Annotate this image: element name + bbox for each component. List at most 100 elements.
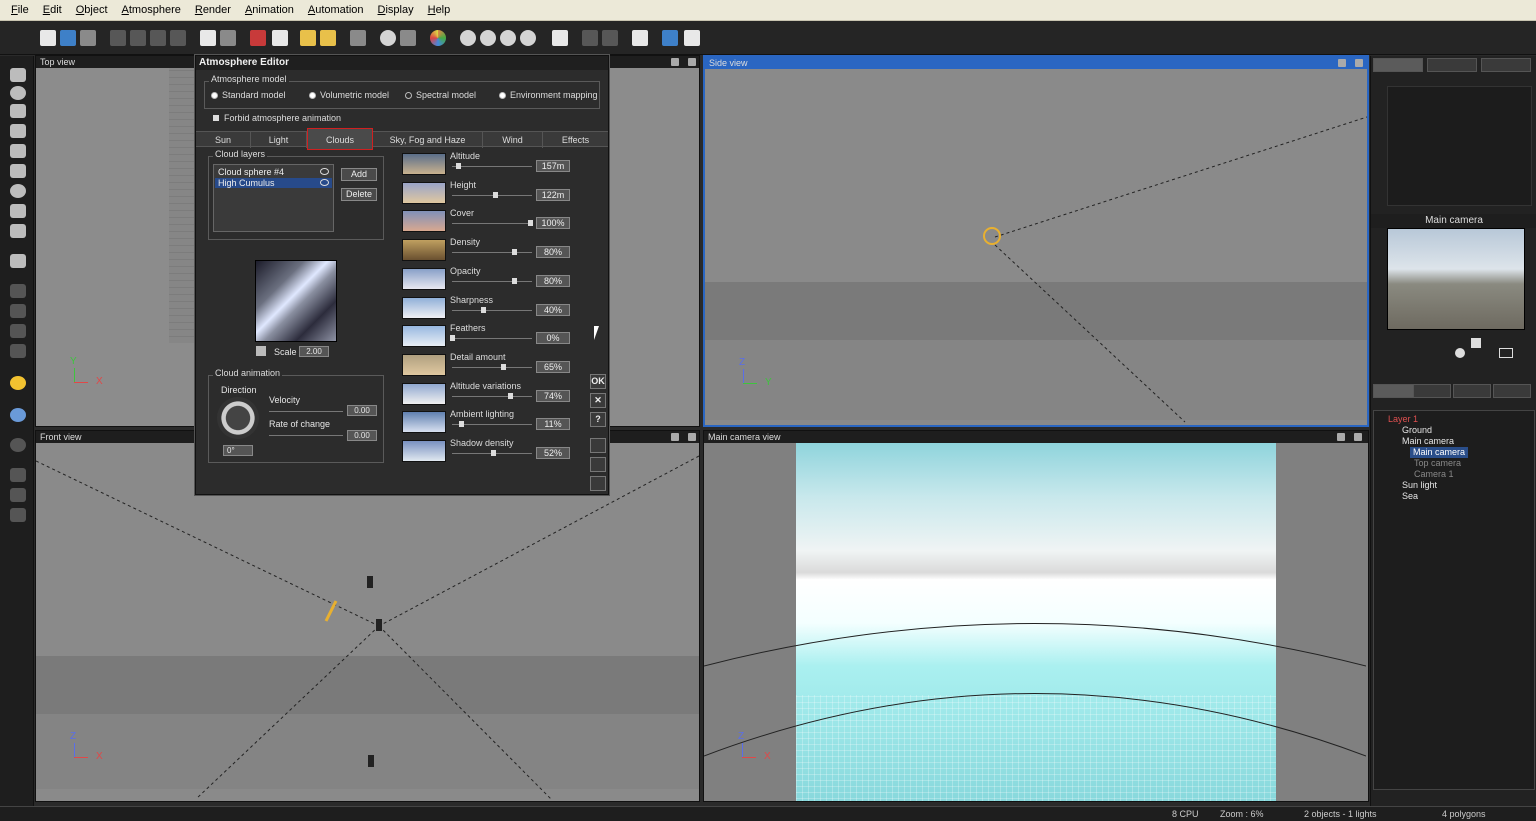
velocity-field[interactable]: 0.00: [347, 405, 377, 416]
param-value-field[interactable]: 80%: [536, 274, 570, 287]
viewport-options-icon[interactable]: [671, 58, 679, 66]
new-atmosphere-icon[interactable]: [590, 438, 606, 453]
copy-icon[interactable]: [130, 30, 146, 46]
slider-knob[interactable]: [528, 220, 533, 227]
text-icon[interactable]: [10, 104, 26, 118]
cancel-button[interactable]: ✕: [590, 393, 606, 408]
tab-links[interactable]: [1493, 384, 1531, 398]
direction-dial[interactable]: [217, 397, 259, 439]
redo-icon[interactable]: [220, 30, 236, 46]
tab-sun[interactable]: Sun: [196, 132, 251, 148]
cut-icon[interactable]: [110, 30, 126, 46]
cloud-texture-preview[interactable]: [255, 260, 337, 342]
slider-knob[interactable]: [500, 363, 506, 370]
unlink-icon[interactable]: [272, 30, 288, 46]
menu-edit[interactable]: Edit: [36, 4, 69, 16]
color-icon[interactable]: [430, 30, 446, 46]
menu-atmosphere[interactable]: Atmosphere: [115, 4, 188, 16]
param-slider[interactable]: [452, 424, 532, 426]
camera-icon[interactable]: [10, 408, 26, 422]
slider-knob[interactable]: [512, 249, 518, 256]
grid-icon[interactable]: [662, 30, 678, 46]
camera-frame-icon[interactable]: [1499, 348, 1513, 358]
cloud-layer-item[interactable]: High Cumulus: [215, 178, 332, 188]
rate-slider[interactable]: [269, 435, 343, 436]
cloud-object-icon[interactable]: [10, 204, 26, 218]
material-icon[interactable]: [350, 30, 366, 46]
menu-object[interactable]: Object: [69, 4, 115, 16]
cloud-layer-item[interactable]: Cloud sphere #4: [215, 167, 332, 177]
visibility-eye-icon[interactable]: [320, 168, 329, 175]
link-icon[interactable]: [250, 30, 266, 46]
mountain-icon[interactable]: [10, 144, 26, 158]
slider-knob[interactable]: [456, 163, 462, 169]
camera-move-icon[interactable]: [1471, 338, 1481, 348]
tab-clouds[interactable]: Clouds: [307, 128, 373, 150]
param-slider[interactable]: [452, 166, 532, 167]
scale-field[interactable]: 2.00: [299, 346, 329, 357]
tree-item-camera-group[interactable]: Main camera: [1402, 436, 1454, 447]
atmosphere-editor-icon[interactable]: [300, 30, 316, 46]
directional-light-icon[interactable]: [10, 488, 26, 502]
param-value-field[interactable]: 52%: [536, 447, 570, 459]
tab-sky-fog-haze[interactable]: Sky, Fog and Haze: [373, 132, 483, 148]
tree-item-camera-1[interactable]: Camera 1: [1414, 469, 1454, 480]
tab-materials[interactable]: [1413, 384, 1451, 398]
tree-item-ground[interactable]: Ground: [1402, 425, 1432, 436]
tab-aspect[interactable]: [1427, 58, 1477, 72]
ok-button[interactable]: OK: [590, 374, 606, 389]
menu-help[interactable]: Help: [421, 4, 458, 16]
slider-knob[interactable]: [490, 450, 496, 456]
render-area-icon[interactable]: [400, 30, 416, 46]
radio-standard-model[interactable]: Standard model: [211, 90, 286, 100]
param-slider[interactable]: [452, 280, 532, 282]
slider-knob[interactable]: [492, 191, 498, 198]
open-file-icon[interactable]: [60, 30, 76, 46]
cube-icon[interactable]: [10, 254, 26, 268]
viewport-maximize-icon[interactable]: [688, 58, 696, 66]
cylinder-icon[interactable]: [10, 284, 26, 298]
help-button[interactable]: ?: [590, 412, 606, 427]
duplicate-icon[interactable]: [170, 30, 186, 46]
save-file-icon[interactable]: [80, 30, 96, 46]
param-value-field[interactable]: 0%: [536, 332, 570, 345]
camera-object[interactable]: [376, 619, 382, 631]
pan-hand-icon[interactable]: [1455, 348, 1465, 358]
zoom-in-icon[interactable]: [500, 30, 516, 46]
sun-light-icon[interactable]: [983, 227, 1001, 245]
direction-field[interactable]: 0°: [223, 445, 253, 456]
menu-file[interactable]: File: [4, 4, 36, 16]
param-slider[interactable]: [452, 252, 532, 254]
area-light-icon[interactable]: [10, 508, 26, 522]
param-value-field[interactable]: 122m: [536, 188, 570, 201]
tab-animation[interactable]: [1481, 58, 1531, 72]
delete-layer-button[interactable]: Delete: [341, 188, 377, 201]
plane-icon[interactable]: [10, 68, 26, 82]
rate-field[interactable]: 0.00: [347, 430, 377, 441]
tab-wind[interactable]: Wind: [483, 132, 543, 148]
tree-item-layer[interactable]: Layer 1: [1388, 414, 1418, 425]
param-slider[interactable]: [452, 223, 532, 225]
tab-object-properties[interactable]: [1373, 58, 1423, 72]
radio-spectral-model[interactable]: Spectral model: [405, 90, 476, 100]
camera-viewport[interactable]: Main camera view Z X: [703, 430, 1369, 802]
slider-knob[interactable]: [450, 335, 455, 342]
forbid-animation-checkbox[interactable]: Forbid atmosphere animation: [213, 113, 341, 123]
maximize-view-icon[interactable]: [552, 30, 568, 46]
param-value-field[interactable]: 157m: [536, 160, 570, 172]
undo-icon[interactable]: [200, 30, 216, 46]
param-value-field[interactable]: 74%: [536, 389, 570, 402]
param-slider[interactable]: [452, 309, 532, 311]
cloud-icon[interactable]: [320, 30, 336, 46]
side-viewport[interactable]: Side view Z Y: [703, 55, 1369, 427]
param-value-field[interactable]: 80%: [536, 246, 570, 259]
plant-icon[interactable]: [10, 324, 26, 338]
paste-icon[interactable]: [150, 30, 166, 46]
slider-knob[interactable]: [481, 306, 487, 313]
param-value-field[interactable]: 40%: [536, 303, 570, 316]
sphere-icon[interactable]: [10, 86, 26, 100]
tree-item-sea[interactable]: Sea: [1402, 491, 1418, 502]
tree-item-sun-light[interactable]: Sun light: [1402, 480, 1437, 491]
param-slider[interactable]: [452, 338, 532, 340]
tree-item-top-camera[interactable]: Top camera: [1414, 458, 1461, 469]
